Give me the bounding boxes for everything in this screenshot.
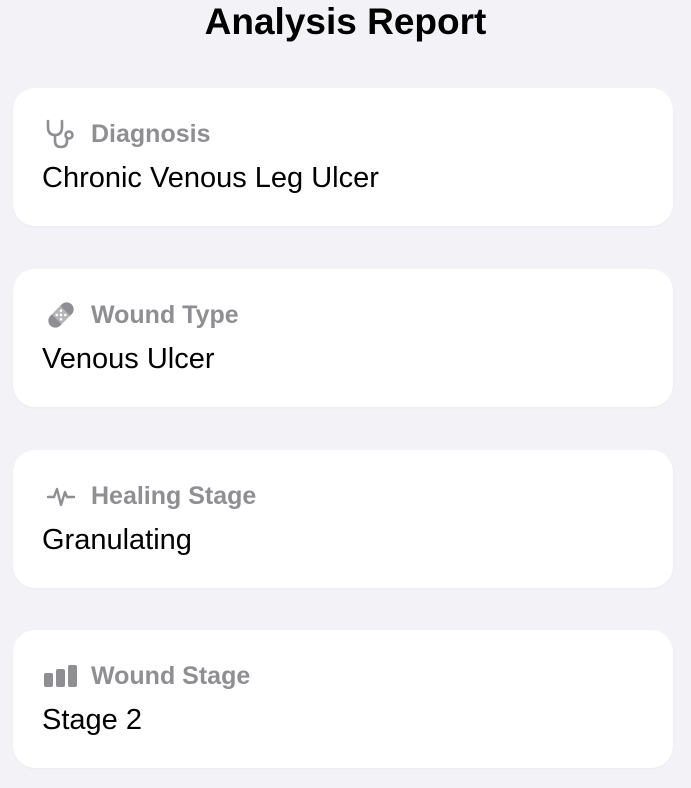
bandage-icon: [43, 299, 79, 331]
chart-bars-icon: [43, 660, 79, 692]
healing-stage-card: Healing Stage Granulating: [13, 450, 673, 588]
wound-stage-value: Stage 2: [42, 704, 142, 736]
healing-stage-label: Healing Stage: [91, 481, 257, 510]
wound-stage-label: Wound Stage: [91, 661, 251, 690]
diagnosis-header: Diagnosis: [43, 118, 210, 150]
wound-type-value: Venous Ulcer: [42, 343, 215, 375]
healing-stage-header: Healing Stage: [43, 480, 256, 512]
diagnosis-label: Diagnosis: [91, 119, 211, 148]
diagnosis-value: Chronic Venous Leg Ulcer: [42, 162, 379, 194]
stethoscope-icon: [43, 118, 79, 150]
diagnosis-card: Diagnosis Chronic Venous Leg Ulcer: [13, 88, 673, 226]
wound-type-card: Wound Type Venous Ulcer: [13, 269, 673, 407]
page-title: Analysis Report: [204, 1, 487, 42]
wound-type-header: Wound Type: [43, 299, 239, 331]
wound-type-label: Wound Type: [91, 300, 239, 329]
waveform-path-icon: [43, 480, 79, 512]
wound-stage-header: Wound Stage: [43, 660, 250, 692]
wound-stage-card: Wound Stage Stage 2: [13, 630, 673, 768]
healing-stage-value: Granulating: [42, 524, 192, 556]
